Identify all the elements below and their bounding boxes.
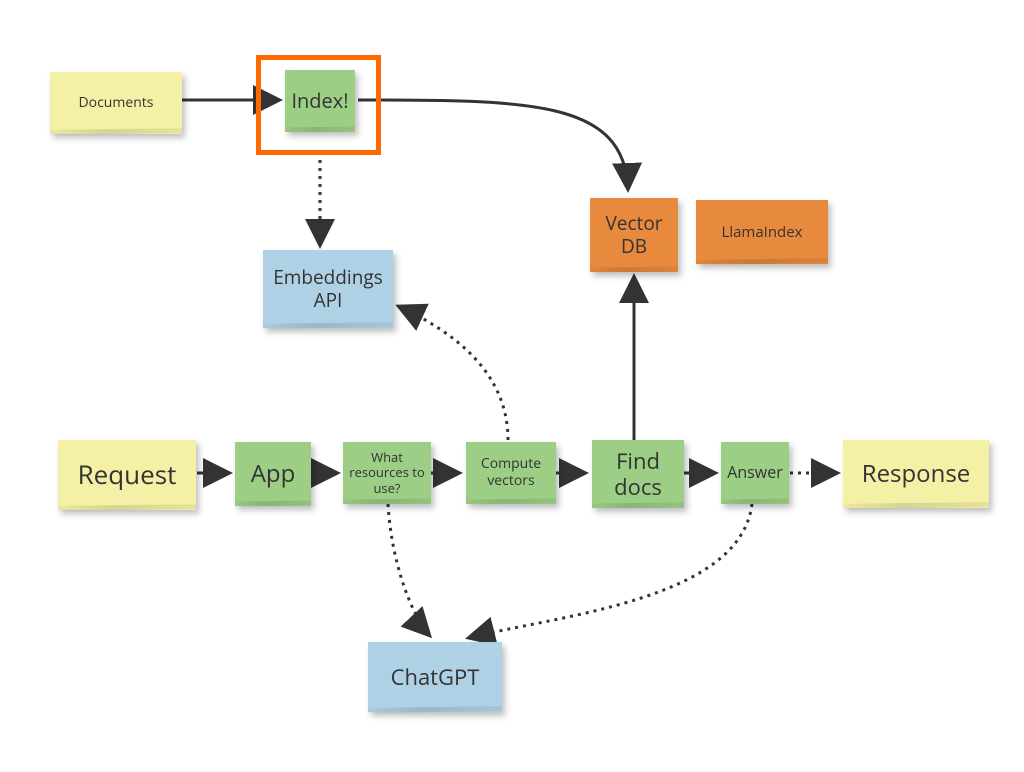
node-compute-label: Compute vectors (470, 456, 552, 490)
node-vectordb: Vector DB (590, 198, 678, 272)
node-documents: Documents (50, 72, 182, 134)
node-finddocs-label: Find docs (596, 448, 680, 501)
node-resources: What resources to use? (343, 442, 431, 504)
node-request: Request (58, 440, 196, 510)
node-embeddings-label: Embeddings API (267, 266, 389, 312)
node-answer: Answer (721, 442, 789, 504)
edge-compute-embeddings (398, 306, 508, 440)
node-resources-label: What resources to use? (347, 450, 427, 497)
node-llamaindex: LlamaIndex (696, 200, 828, 264)
edge-index-vectordb (358, 100, 628, 190)
edge-answer-chatgpt (468, 504, 752, 638)
node-documents-label: Documents (79, 95, 154, 112)
node-response: Response (843, 440, 989, 508)
node-compute: Compute vectors (466, 442, 556, 504)
edge-resources-chatgpt (388, 504, 430, 636)
node-vectordb-label: Vector DB (594, 212, 674, 258)
node-app-label: App (251, 460, 296, 489)
node-answer-label: Answer (727, 463, 782, 482)
node-response-label: Response (862, 460, 970, 489)
node-embeddings: Embeddings API (263, 250, 393, 328)
node-index: Index! (285, 70, 355, 132)
node-app: App (235, 442, 311, 506)
node-request-label: Request (78, 459, 177, 490)
node-finddocs: Find docs (592, 440, 684, 508)
node-index-label: Index! (291, 89, 348, 113)
node-chatgpt: ChatGPT (368, 642, 502, 712)
node-llamaindex-label: LlamaIndex (721, 223, 802, 241)
node-chatgpt-label: ChatGPT (391, 664, 480, 690)
